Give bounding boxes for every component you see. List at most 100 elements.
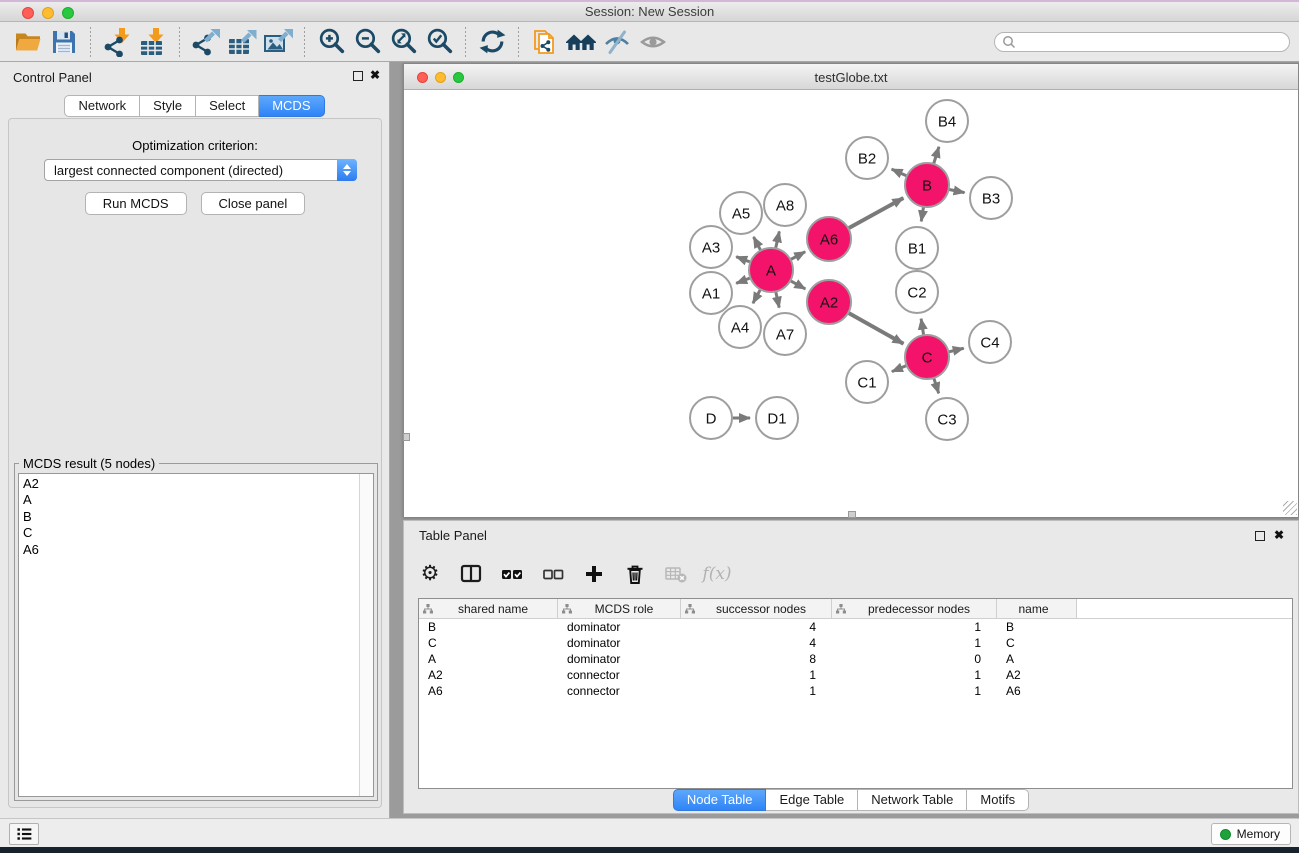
- add-column-button[interactable]: [582, 562, 606, 586]
- close-panel-button[interactable]: ✖: [370, 68, 380, 82]
- tab-network[interactable]: Network: [64, 95, 140, 117]
- table-row[interactable]: A6connector11A6: [419, 683, 1292, 699]
- cell[interactable]: dominator: [558, 652, 681, 666]
- close-panel-button[interactable]: Close panel: [201, 192, 306, 215]
- cell[interactable]: connector: [558, 668, 681, 682]
- node-A6[interactable]: A6: [807, 217, 851, 261]
- table-settings-button[interactable]: ⚙: [418, 562, 442, 586]
- node-B1[interactable]: B1: [896, 227, 938, 269]
- resize-grip[interactable]: [1283, 501, 1297, 515]
- network-canvas[interactable]: B4B2BB3A8A5A6A3B1AC2A1A2A4A7C4CC1C3DD1: [404, 90, 1298, 517]
- memory-button[interactable]: Memory: [1211, 823, 1291, 845]
- float-panel-button[interactable]: [353, 71, 363, 81]
- task-history-button[interactable]: [9, 823, 39, 845]
- node-A4[interactable]: A4: [719, 306, 761, 348]
- node-A1[interactable]: A1: [690, 272, 732, 314]
- import-network-button[interactable]: [99, 26, 135, 58]
- node-C2[interactable]: C2: [896, 271, 938, 313]
- column-header-name[interactable]: name: [997, 599, 1077, 618]
- cell[interactable]: B: [419, 620, 558, 634]
- tab-node-table[interactable]: Node Table: [673, 789, 767, 811]
- network-from-file-button[interactable]: [527, 26, 563, 58]
- import-table-button[interactable]: [135, 26, 171, 58]
- cell[interactable]: 0: [832, 652, 997, 666]
- open-session-button[interactable]: [10, 26, 46, 58]
- cell[interactable]: 8: [681, 652, 832, 666]
- run-mcds-button[interactable]: Run MCDS: [85, 192, 187, 215]
- column-header-successor-nodes[interactable]: successor nodes: [681, 599, 832, 618]
- result-item[interactable]: A2: [23, 476, 359, 492]
- tab-network-table[interactable]: Network Table: [858, 789, 967, 811]
- cell[interactable]: 1: [832, 668, 997, 682]
- search-box[interactable]: [994, 32, 1290, 52]
- cell[interactable]: A2: [419, 668, 558, 682]
- cell[interactable]: A6: [997, 684, 1077, 698]
- cell[interactable]: A6: [419, 684, 558, 698]
- table-row[interactable]: Cdominator41C: [419, 635, 1292, 651]
- network-window-titlebar[interactable]: testGlobe.txt: [404, 64, 1298, 90]
- node-A[interactable]: A: [749, 248, 793, 292]
- table-row[interactable]: A2connector11A2: [419, 667, 1292, 683]
- node-C3[interactable]: C3: [926, 398, 968, 440]
- split-panel-button[interactable]: [459, 562, 483, 586]
- node-A7[interactable]: A7: [764, 313, 806, 355]
- show-details-button[interactable]: [635, 26, 671, 58]
- zoom-selected-button[interactable]: [421, 26, 457, 58]
- cell[interactable]: A: [419, 652, 558, 666]
- cell[interactable]: 1: [832, 684, 997, 698]
- tab-edge-table[interactable]: Edge Table: [766, 789, 858, 811]
- zoom-out-button[interactable]: [349, 26, 385, 58]
- cell[interactable]: 1: [681, 684, 832, 698]
- node-B2[interactable]: B2: [846, 137, 888, 179]
- search-input[interactable]: [1017, 34, 1289, 50]
- node-C1[interactable]: C1: [846, 361, 888, 403]
- cell[interactable]: B: [997, 620, 1077, 634]
- tab-style[interactable]: Style: [140, 95, 196, 117]
- node-A3[interactable]: A3: [690, 226, 732, 268]
- node-B4[interactable]: B4: [926, 100, 968, 142]
- export-image-button[interactable]: [260, 26, 296, 58]
- cell[interactable]: C: [997, 636, 1077, 650]
- cell[interactable]: A2: [997, 668, 1077, 682]
- resize-handle-left[interactable]: [403, 433, 410, 441]
- hide-details-button[interactable]: [599, 26, 635, 58]
- delete-column-button[interactable]: [623, 562, 647, 586]
- cell[interactable]: connector: [558, 684, 681, 698]
- deselect-all-button[interactable]: [541, 562, 565, 586]
- table-row[interactable]: Adominator80A: [419, 651, 1292, 667]
- cell[interactable]: 1: [832, 620, 997, 634]
- result-item[interactable]: A: [23, 492, 359, 508]
- cell[interactable]: dominator: [558, 636, 681, 650]
- node-B3[interactable]: B3: [970, 177, 1012, 219]
- zoom-fit-button[interactable]: [385, 26, 421, 58]
- node-A2[interactable]: A2: [807, 280, 851, 324]
- export-network-button[interactable]: [188, 26, 224, 58]
- node-C[interactable]: C: [905, 335, 949, 379]
- tab-select[interactable]: Select: [196, 95, 259, 117]
- tab-motifs[interactable]: Motifs: [967, 789, 1029, 811]
- cell[interactable]: C: [419, 636, 558, 650]
- cell[interactable]: dominator: [558, 620, 681, 634]
- node-A5[interactable]: A5: [720, 192, 762, 234]
- function-builder-button[interactable]: f(x): [705, 562, 729, 586]
- column-header-shared-name[interactable]: shared name: [419, 599, 558, 618]
- table-row[interactable]: Bdominator41B: [419, 619, 1292, 635]
- column-header-predecessor-nodes[interactable]: predecessor nodes: [832, 599, 997, 618]
- zoom-in-button[interactable]: [313, 26, 349, 58]
- node-B[interactable]: B: [905, 163, 949, 207]
- cell[interactable]: A: [997, 652, 1077, 666]
- cell[interactable]: 1: [681, 668, 832, 682]
- node-D[interactable]: D: [690, 397, 732, 439]
- refresh-layout-button[interactable]: [474, 26, 510, 58]
- home-button[interactable]: [563, 26, 599, 58]
- save-session-button[interactable]: [46, 26, 82, 58]
- column-header-MCDS-role[interactable]: MCDS role: [558, 599, 681, 618]
- mcds-result-list[interactable]: A2ABCA6: [19, 474, 359, 796]
- cell[interactable]: 4: [681, 636, 832, 650]
- node-D1[interactable]: D1: [756, 397, 798, 439]
- tab-mcds[interactable]: MCDS: [259, 95, 324, 117]
- result-item[interactable]: A6: [23, 542, 359, 558]
- cell[interactable]: 4: [681, 620, 832, 634]
- select-all-button[interactable]: [500, 562, 524, 586]
- delete-table-button[interactable]: [664, 562, 688, 586]
